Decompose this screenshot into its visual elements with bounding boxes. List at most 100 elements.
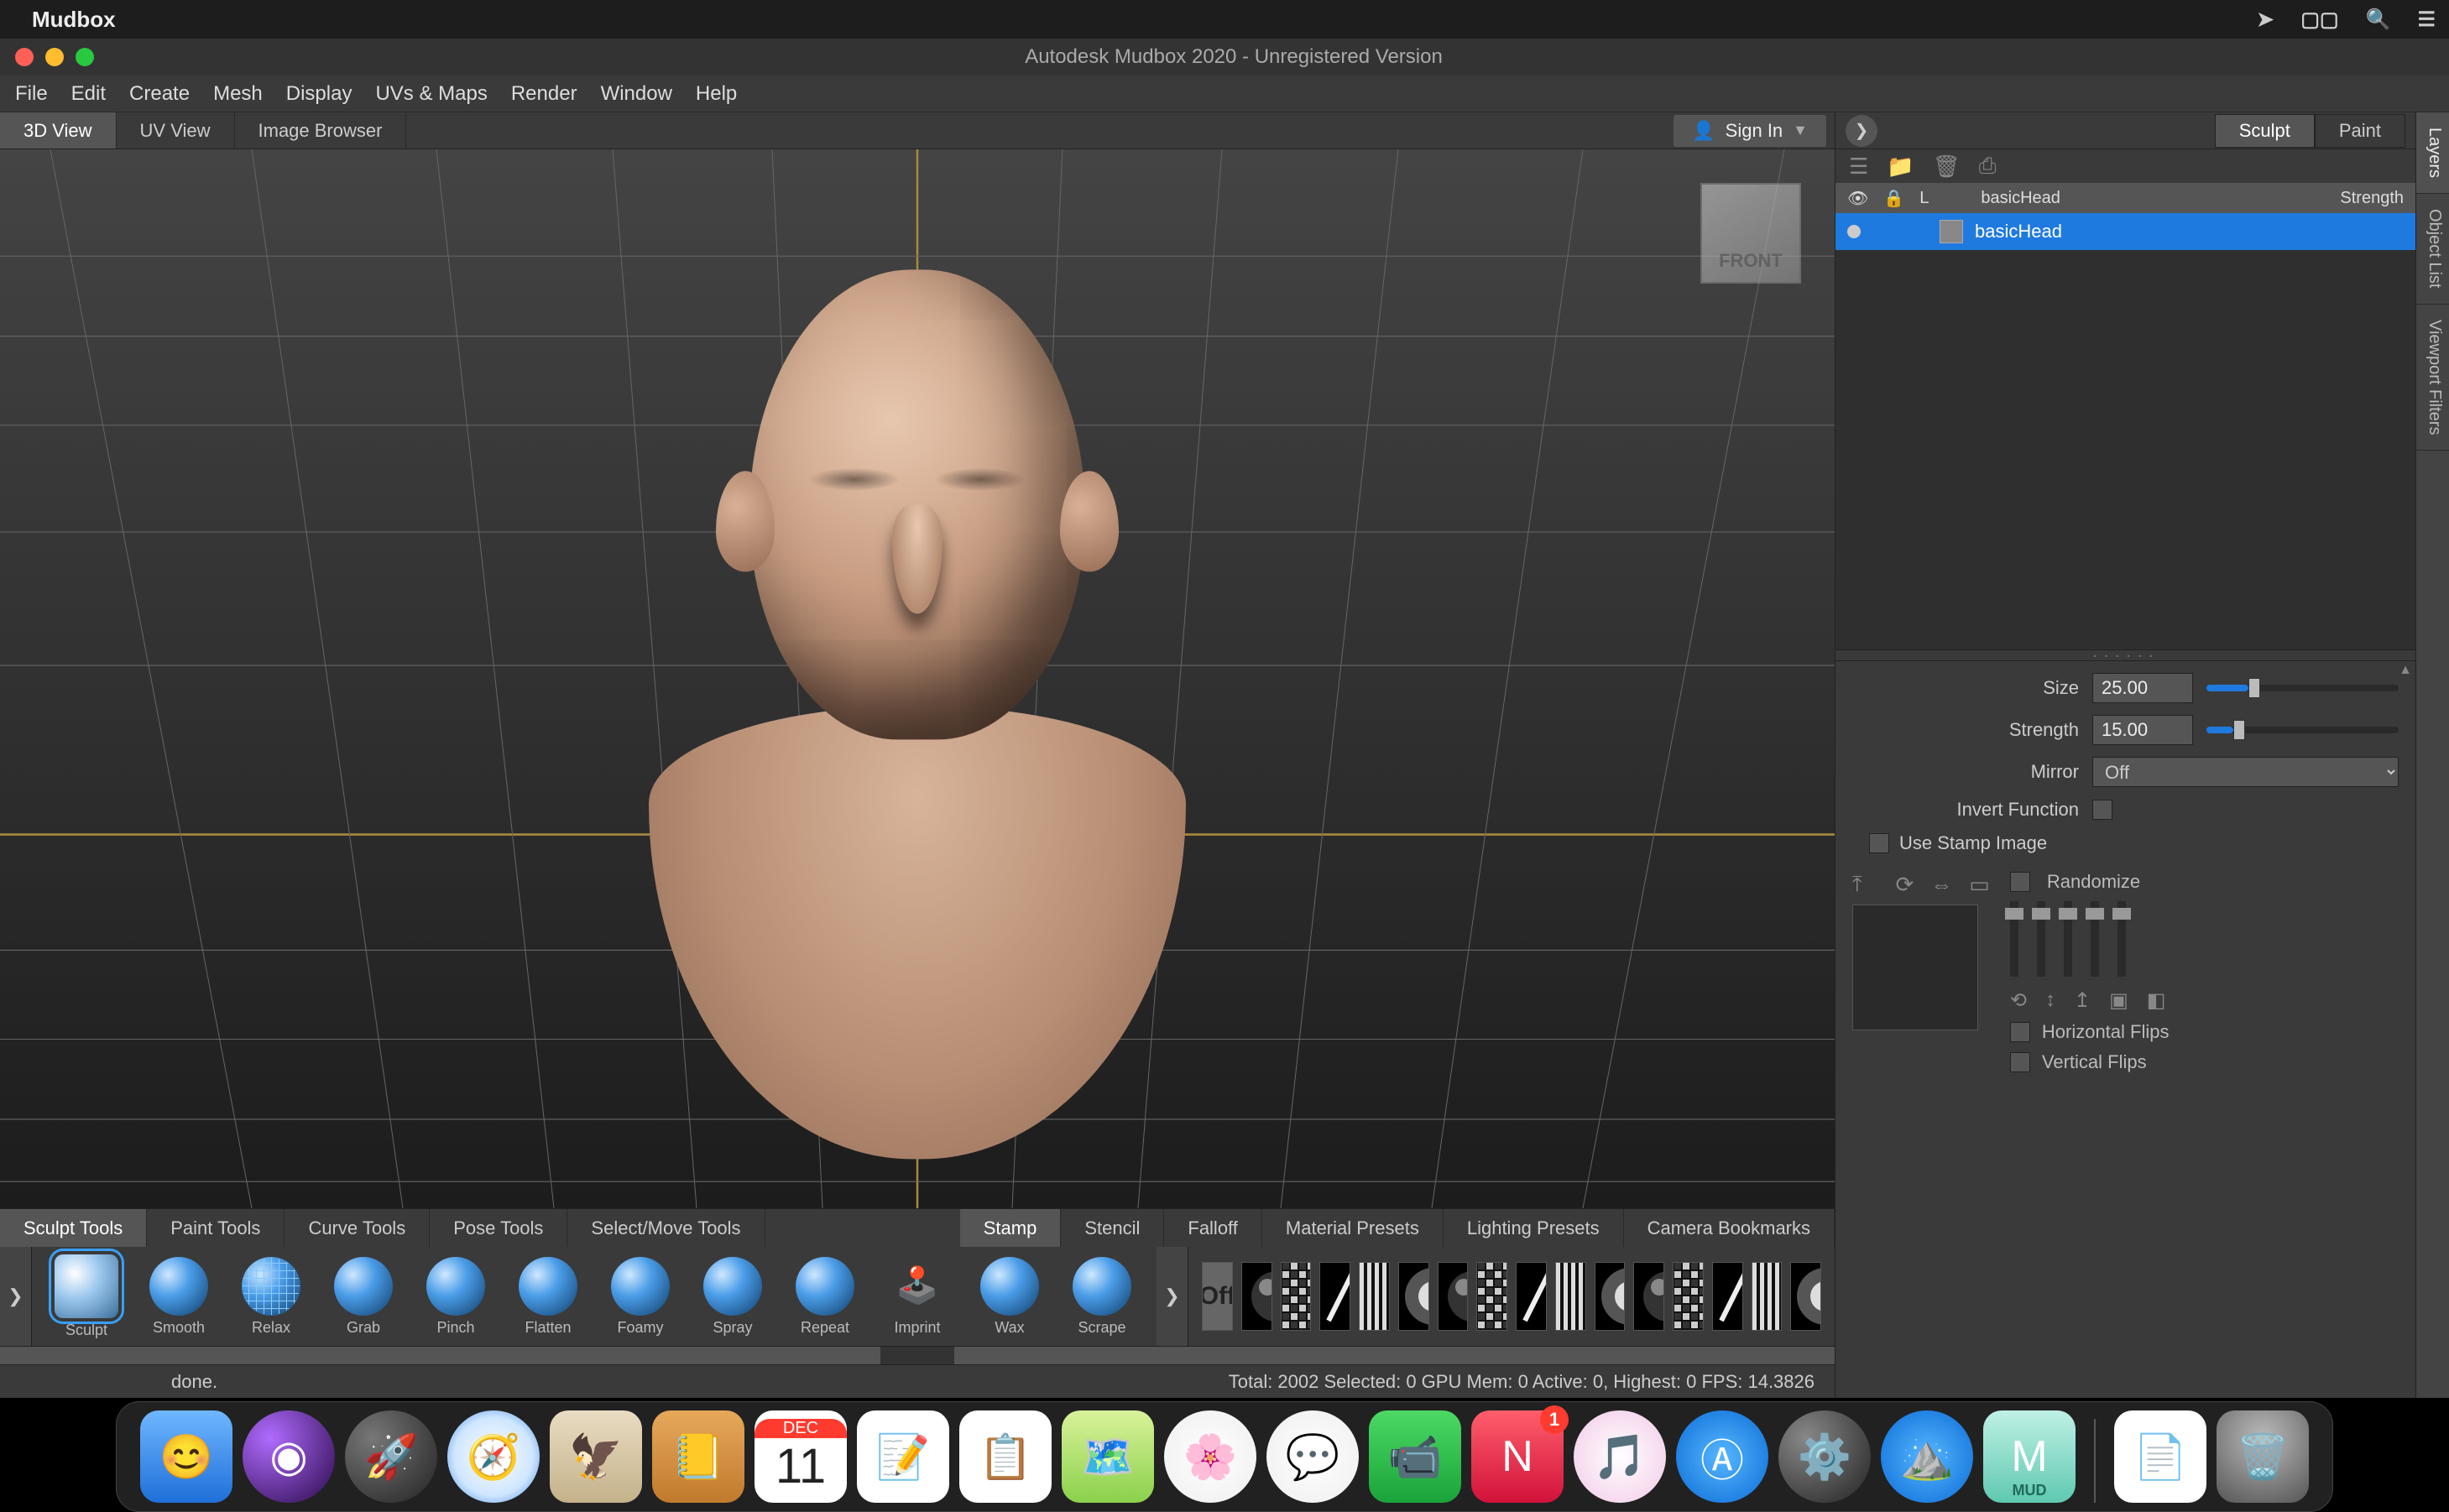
menu-window[interactable]: Window — [601, 82, 672, 106]
dock-facetime[interactable]: 📹 — [1369, 1410, 1461, 1503]
dock-launchpad[interactable]: 🚀 — [345, 1410, 437, 1503]
dock-news[interactable]: N1 — [1471, 1410, 1564, 1503]
rand-slider-3[interactable] — [2064, 901, 2072, 977]
mirror-select[interactable]: Off — [2092, 757, 2399, 787]
minimize-window-button[interactable] — [45, 48, 64, 66]
stamp-thumb-stripes[interactable] — [1359, 1262, 1390, 1331]
menu-file[interactable]: File — [15, 82, 48, 106]
tool-relax[interactable]: Relax — [238, 1257, 304, 1337]
layer-list[interactable]: basicHead — [1835, 213, 2415, 649]
stamp-open-icon[interactable]: ▭ — [1969, 872, 1990, 898]
dock-settings[interactable]: ⚙️ — [1778, 1410, 1871, 1503]
vflip-checkbox[interactable] — [2010, 1052, 2030, 1072]
control-center-icon[interactable]: ☰ — [2417, 8, 2436, 32]
tab-curve-tools[interactable]: Curve Tools — [285, 1209, 430, 1247]
stamp-off[interactable]: Off — [1202, 1262, 1233, 1331]
cursor-icon[interactable]: ➤ — [2257, 8, 2274, 32]
tab-bookmarks[interactable]: Camera Bookmarks — [1624, 1209, 1835, 1247]
tab-materials[interactable]: Material Presets — [1262, 1209, 1444, 1247]
3d-viewport[interactable]: FRONT — [0, 149, 1835, 1208]
tool-foamy[interactable]: Foamy — [608, 1257, 673, 1337]
stamp-preview[interactable] — [1852, 905, 1978, 1030]
rand-rot-icon[interactable]: ⟲ — [2010, 988, 2027, 1013]
dock-document[interactable]: 📄 — [2114, 1410, 2206, 1503]
dock-appstore[interactable]: Ⓐ — [1676, 1410, 1768, 1503]
stamp-thumb-stars[interactable] — [1516, 1262, 1547, 1331]
rand-strength-icon[interactable]: ◧ — [2147, 988, 2166, 1013]
tab-3d-view[interactable]: 3D View — [0, 112, 117, 149]
mac-app-name[interactable]: Mudbox — [32, 7, 116, 33]
stamp-scroll-right[interactable]: ❯ — [1157, 1247, 1188, 1346]
stamp-thumb-rock[interactable] — [1241, 1262, 1272, 1331]
tool-repeat[interactable]: Repeat — [792, 1257, 858, 1337]
dock-safari[interactable]: 🧭 — [447, 1410, 540, 1503]
tool-pinch[interactable]: Pinch — [423, 1257, 488, 1337]
tool-spray[interactable]: Spray — [700, 1257, 765, 1337]
dock-maps[interactable]: 🗺️ — [1062, 1410, 1154, 1503]
tool-scrape[interactable]: Scrape — [1069, 1257, 1135, 1337]
tab-stencil[interactable]: Stencil — [1061, 1209, 1164, 1247]
stamp-thumb-grid[interactable] — [1281, 1262, 1312, 1331]
tab-sculpt-tools[interactable]: Sculpt Tools — [0, 1209, 147, 1247]
tab-uv-view[interactable]: UV View — [117, 112, 235, 149]
layers-icon[interactable]: ☰ — [1849, 154, 1868, 180]
stamp-thumb-ring[interactable] — [1673, 1262, 1704, 1331]
rand-move-icon[interactable]: ↕ — [2045, 988, 2055, 1013]
tab-lighting[interactable]: Lighting Presets — [1444, 1209, 1624, 1247]
tool-grab[interactable]: Grab — [331, 1257, 396, 1337]
menu-edit[interactable]: Edit — [71, 82, 106, 106]
menu-mesh[interactable]: Mesh — [213, 82, 263, 106]
tab-sculpt-mode[interactable]: Sculpt — [2215, 114, 2315, 148]
tool-scroll-right[interactable]: ❯ — [0, 1247, 32, 1346]
randomize-checkbox[interactable] — [2010, 872, 2030, 892]
dock-mail[interactable]: 🦅 — [550, 1410, 642, 1503]
view-cube[interactable]: FRONT — [1700, 183, 1801, 284]
folder-icon[interactable]: 📁 — [1887, 154, 1914, 180]
menu-render[interactable]: Render — [511, 82, 577, 106]
stamp-refresh-icon[interactable]: ⟳ — [1896, 872, 1914, 898]
side-tab-object-list[interactable]: Object List — [2416, 194, 2449, 304]
invert-checkbox[interactable] — [2092, 800, 2112, 820]
stamp-thumb-lines2[interactable] — [1752, 1262, 1783, 1331]
rand-box-icon[interactable]: ▣ — [2109, 988, 2128, 1013]
zoom-window-button[interactable] — [76, 48, 94, 66]
size-slider[interactable] — [2206, 685, 2399, 691]
panel-collapse-button[interactable]: ❯ — [1846, 115, 1877, 147]
tool-flatten[interactable]: Flatten — [515, 1257, 581, 1337]
strength-slider[interactable] — [2206, 727, 2399, 733]
tab-paint-mode[interactable]: Paint — [2315, 114, 2405, 148]
stamp-import-icon[interactable]: ⤒ — [1852, 871, 1862, 898]
layer-visibility-dot[interactable] — [1847, 225, 1861, 238]
dock-music[interactable]: 🎵 — [1574, 1410, 1666, 1503]
displays-icon[interactable]: ▢▢ — [2300, 8, 2338, 32]
tab-stamp[interactable]: Stamp — [960, 1209, 1062, 1247]
hflip-checkbox[interactable] — [2010, 1022, 2030, 1042]
use-stamp-checkbox[interactable] — [1869, 833, 1889, 853]
dock-messages[interactable]: 💬 — [1266, 1410, 1359, 1503]
dock-reminders[interactable]: 📋 — [959, 1410, 1052, 1503]
trash-icon[interactable]: 🗑 — [1933, 154, 1961, 180]
stamp-thumb-lines1[interactable] — [1633, 1262, 1664, 1331]
rand-slider-4[interactable] — [2091, 901, 2099, 977]
stamp-fliph-icon[interactable]: ⇔ — [1930, 872, 1952, 898]
tab-image-browser[interactable]: Image Browser — [235, 112, 407, 149]
strength-input[interactable] — [2092, 715, 2193, 745]
stamp-thumb-weave[interactable] — [1712, 1262, 1743, 1331]
dock-photos[interactable]: 🌸 — [1164, 1410, 1256, 1503]
menu-create[interactable]: Create — [129, 82, 190, 106]
dock-siri[interactable]: ◉ — [243, 1410, 335, 1503]
stamp-thumb-dots[interactable] — [1595, 1262, 1626, 1331]
menu-uvs[interactable]: UVs & Maps — [375, 82, 487, 106]
side-tab-layers[interactable]: Layers — [2416, 112, 2449, 194]
layer-row[interactable]: basicHead — [1835, 213, 2415, 250]
dock-mudbox[interactable]: MMUD — [1983, 1410, 2076, 1503]
menu-display[interactable]: Display — [286, 82, 352, 106]
dock-nordvpn[interactable]: ⛰️ — [1881, 1410, 1973, 1503]
panel-resize-handle[interactable]: ······ — [1835, 649, 2415, 661]
tab-falloff[interactable]: Falloff — [1164, 1209, 1262, 1247]
tool-wax[interactable]: Wax — [977, 1257, 1042, 1337]
stamp-thumb-noise[interactable] — [1438, 1262, 1469, 1331]
dock-finder[interactable]: 😊 — [140, 1410, 232, 1503]
size-input[interactable] — [2092, 673, 2193, 703]
props-scroll-up-icon[interactable]: ▲ — [2399, 663, 2412, 678]
